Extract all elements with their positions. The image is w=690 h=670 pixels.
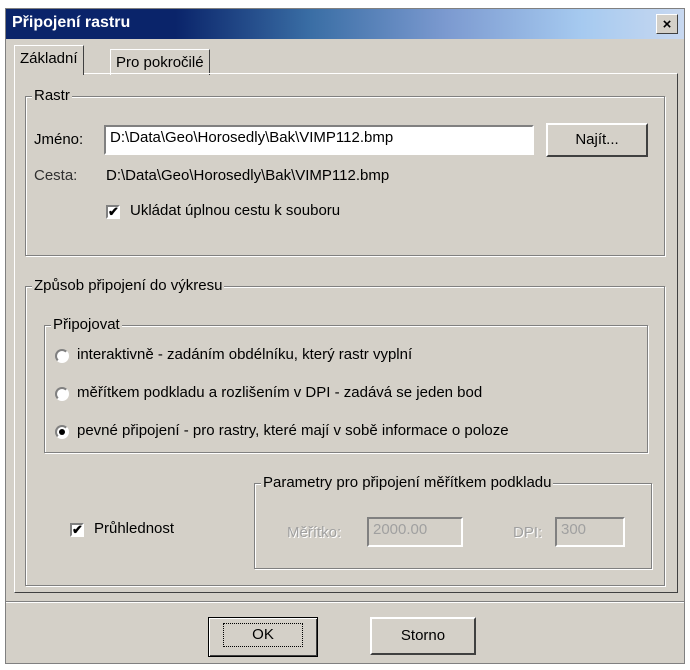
dialog-window: Připojení rastru × Základní Pro pokročil… [5, 8, 685, 664]
scale-label: Měřítko: [287, 524, 342, 541]
dialog-title: Připojení rastru [12, 14, 131, 31]
params-group: Parametry pro připojení měřítkem podklad… [254, 474, 652, 569]
connect-legend: Připojovat [51, 316, 122, 333]
dpi-input[interactable]: 300 [555, 517, 625, 547]
tab-advanced[interactable]: Pro pokročilé [110, 49, 210, 75]
connect-group: Připojovat interaktivně - zadáním obdéln… [44, 316, 648, 453]
find-button[interactable]: Najít... [546, 123, 648, 157]
params-legend: Parametry pro připojení měřítkem podklad… [261, 474, 554, 491]
name-label: Jméno: [34, 131, 84, 148]
tab-basic[interactable]: Základní [14, 45, 84, 75]
path-label: Cesta: [34, 167, 78, 184]
title-bar[interactable]: Připojení rastru × [6, 9, 684, 39]
path-value: D:\Data\Geo\Horosedly\Bak\VIMP112.bmp [106, 167, 390, 184]
raster-group: Rastr Jméno: D:\Data\Geo\Horosedly\Bak\V… [25, 87, 665, 256]
radio-fixed[interactable] [55, 425, 69, 439]
radio-scale-dpi-label: měřítkem podkladu a rozlišením v DPI - z… [77, 384, 483, 401]
save-full-path-label: Ukládat úplnou cestu k souboru [130, 202, 341, 219]
cancel-button[interactable]: Storno [370, 617, 476, 655]
dpi-label: DPI: [513, 524, 543, 541]
tab-panel: Rastr Jméno: D:\Data\Geo\Horosedly\Bak\V… [14, 73, 678, 593]
attach-legend: Způsob připojení do výkresu [32, 277, 225, 294]
transparency-checkbox[interactable]: ✔ [70, 523, 84, 537]
radio-interactive-label: interaktivně - zadáním obdélníku, který … [77, 346, 413, 363]
ok-button-label: OK [223, 623, 303, 647]
save-full-path-checkbox[interactable]: ✔ [106, 205, 120, 219]
scale-input[interactable]: 2000.00 [367, 517, 463, 547]
name-input[interactable]: D:\Data\Geo\Horosedly\Bak\VIMP112.bmp [104, 125, 534, 155]
radio-scale-dpi[interactable] [55, 387, 69, 401]
attach-group: Způsob připojení do výkresu Připojovat i… [25, 277, 665, 586]
raster-legend: Rastr [32, 87, 72, 104]
transparency-label: Průhlednost [94, 520, 175, 537]
footer-separator [6, 601, 684, 603]
ok-button[interactable]: OK [208, 617, 318, 657]
radio-fixed-label: pevné připojení - pro rastry, které mají… [77, 422, 509, 439]
close-button[interactable]: × [656, 14, 678, 34]
radio-interactive[interactable] [55, 349, 69, 363]
